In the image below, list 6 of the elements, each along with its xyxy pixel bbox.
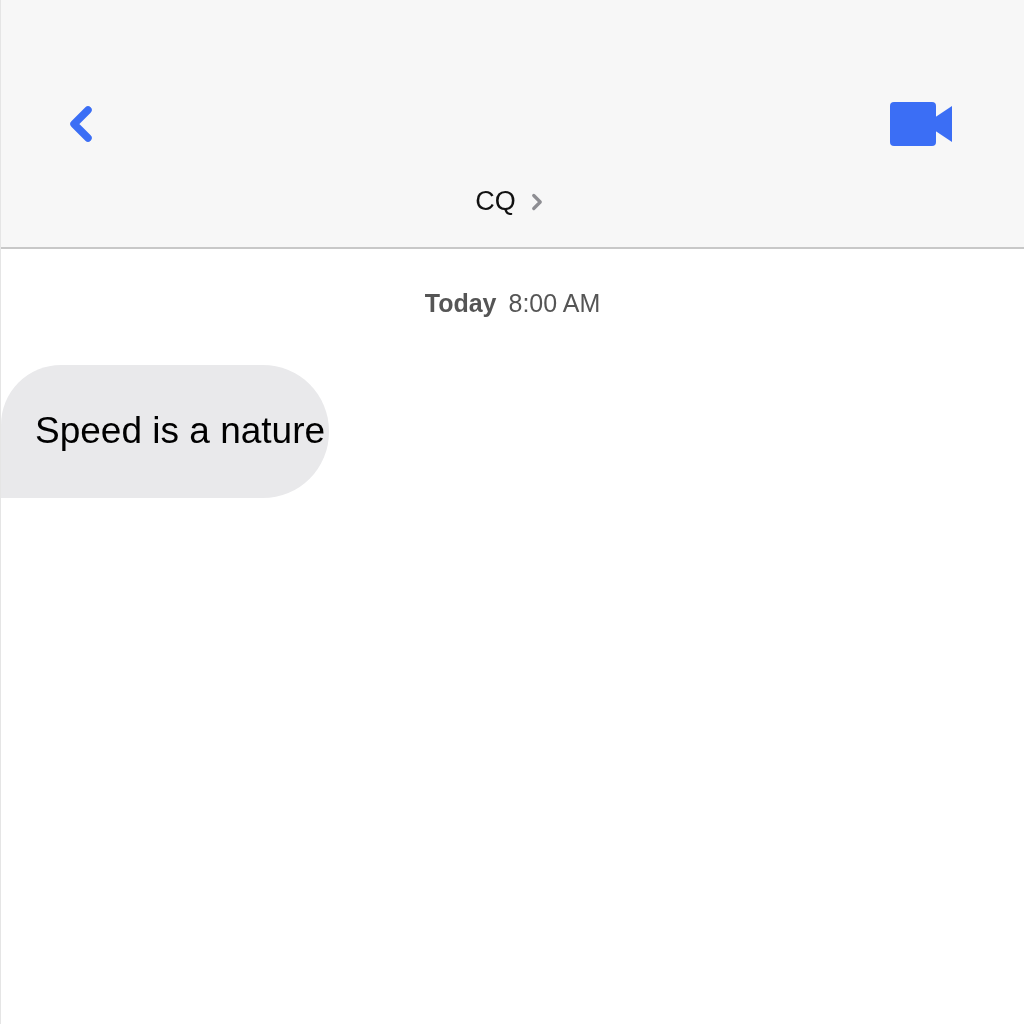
message-bubble: Speed is a nature xyxy=(1,364,330,498)
timestamp-day: Today xyxy=(424,285,497,323)
contact-name[interactable]: CQ xyxy=(475,188,516,215)
timestamp-time: 8:00 AM xyxy=(508,288,601,319)
video-call-button[interactable] xyxy=(890,102,954,146)
video-camera-icon xyxy=(890,102,954,146)
